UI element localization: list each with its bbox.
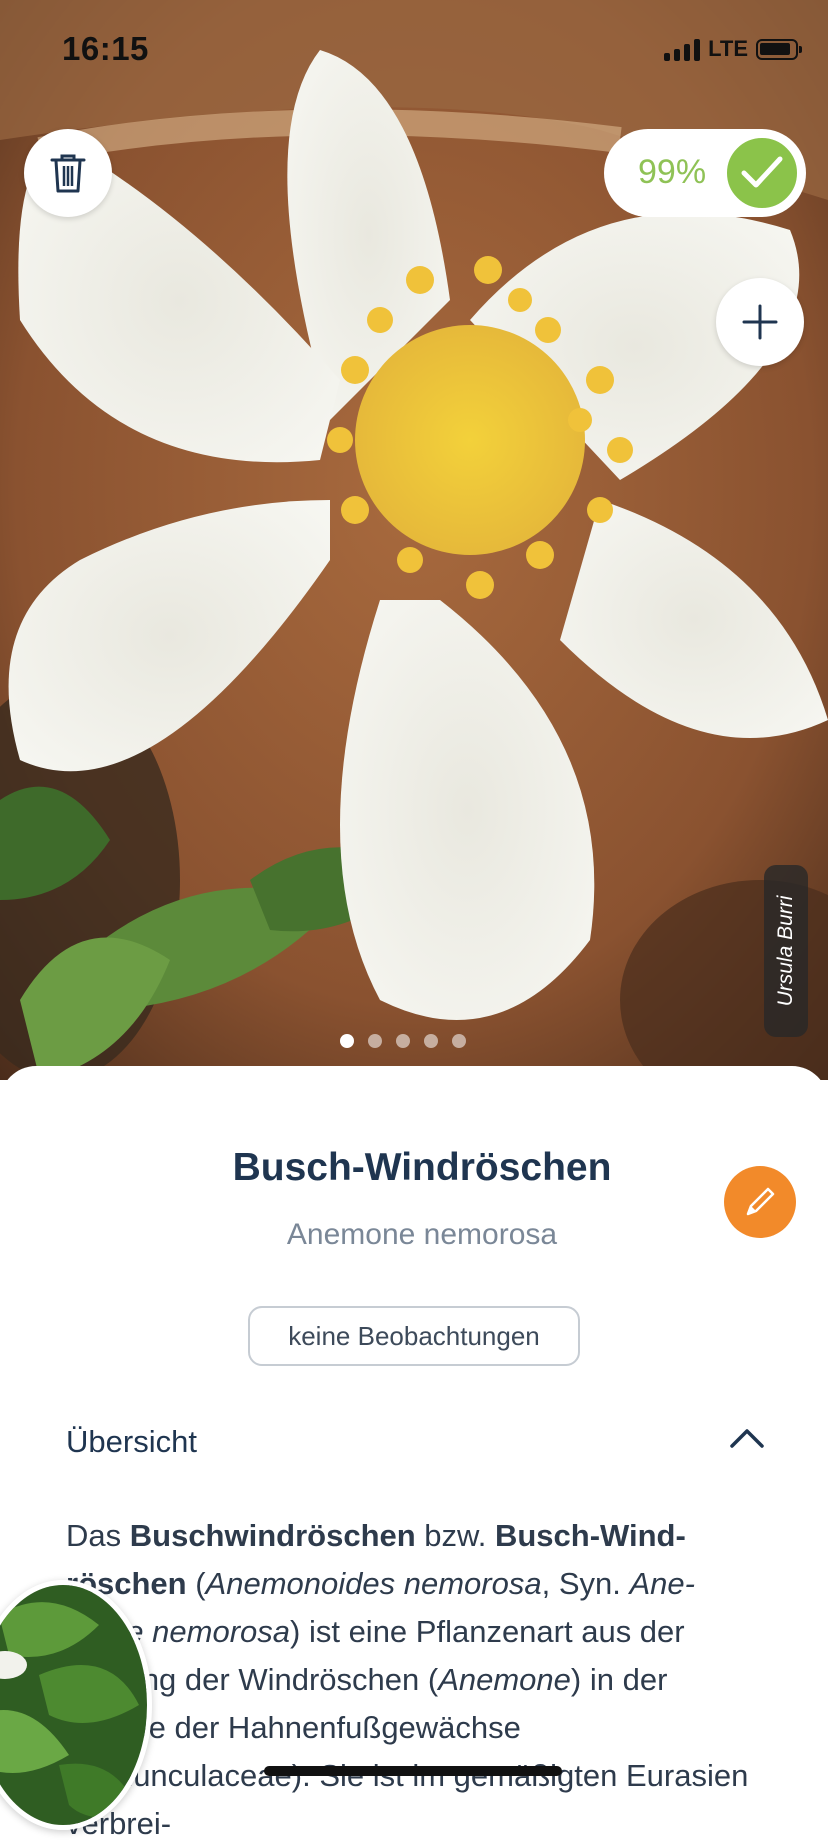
page-dot[interactable]	[424, 1034, 438, 1048]
overview-text-part: bzw.	[415, 1518, 495, 1553]
status-bar: 16:15 LTE	[0, 0, 828, 100]
photo-credit: Ursula Burri	[764, 865, 808, 1037]
plus-icon	[742, 304, 778, 340]
status-time: 16:15	[62, 30, 149, 67]
add-button[interactable]	[716, 278, 804, 366]
leaves-photo	[0, 1585, 147, 1825]
home-indicator[interactable]	[264, 1766, 562, 1776]
pencil-icon	[746, 1187, 775, 1216]
species-common-name: Busch-Windröschen	[232, 1146, 612, 1189]
overview-text-part: Anemonoides nemorosa	[205, 1566, 542, 1601]
confidence-badge[interactable]: 99%	[604, 129, 806, 217]
edit-button[interactable]	[724, 1166, 796, 1238]
overview-text-part: Buschwindröschen	[129, 1518, 416, 1553]
overview-text-part: Das	[66, 1518, 130, 1553]
overview-text-part: (	[186, 1566, 206, 1601]
battery-icon	[756, 38, 802, 60]
page-dot[interactable]	[452, 1034, 466, 1048]
network-label: LTE	[708, 36, 748, 61]
chevron-up-icon[interactable]	[728, 1426, 766, 1450]
check-icon	[724, 135, 800, 211]
page-dot[interactable]	[340, 1034, 354, 1048]
delete-button[interactable]	[24, 129, 112, 217]
signal-icon	[664, 37, 701, 61]
species-scientific-name: Anemone nemorosa	[286, 1218, 558, 1251]
page-indicator[interactable]	[340, 1034, 466, 1048]
trash-icon	[50, 154, 86, 193]
status-indicators: LTE	[664, 36, 802, 62]
photographer-name: Ursula Burri	[774, 895, 797, 1007]
species-photo[interactable]: 16:15 LTE 99% Ursula Burri	[0, 0, 828, 1080]
overview-description: Das Buschwindröschen bzw. Busch-Wind-rös…	[66, 1512, 766, 1848]
confidence-percentage: 99%	[638, 153, 707, 191]
overview-text-part: Anemone	[438, 1662, 571, 1697]
overview-text-part: , Syn.	[541, 1566, 630, 1601]
page-dot[interactable]	[396, 1034, 410, 1048]
overview-section-title: Übersicht	[66, 1424, 197, 1459]
observations-button[interactable]: keine Beobachtungen	[248, 1306, 580, 1366]
page-dot[interactable]	[368, 1034, 382, 1048]
